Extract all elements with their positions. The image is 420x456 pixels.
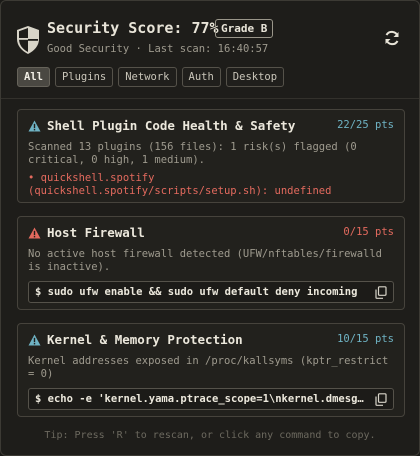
- divider: [1, 98, 419, 99]
- check-card-host-firewall: Host Firewall 0/15 pts No active host fi…: [17, 216, 405, 310]
- page-title: Security Score: 77%: [47, 19, 219, 37]
- card-description: Kernel addresses exposed in /proc/kallsy…: [28, 355, 389, 380]
- refresh-icon[interactable]: [383, 29, 401, 47]
- header: Security Score: 77% Grade B Good Securit…: [15, 19, 405, 63]
- alert-icon: [28, 227, 41, 239]
- card-score: 0/15 pts: [343, 226, 394, 238]
- copy-icon[interactable]: [375, 393, 387, 406]
- command-text: $ echo -e 'kernel.yama.ptrace_scope=1\nk…: [35, 393, 394, 405]
- shield-icon: [17, 26, 39, 54]
- tab-plugins[interactable]: Plugins: [54, 67, 114, 87]
- warning-icon: [28, 334, 41, 346]
- tab-auth[interactable]: Auth: [181, 67, 221, 87]
- footer-tip: Tip: Press 'R' to rescan, or click any c…: [44, 430, 376, 441]
- scan-status: Good Security · Last scan: 16:40:57: [47, 43, 269, 55]
- command-copy-box[interactable]: $ sudo ufw enable && sudo ufw default de…: [28, 281, 394, 303]
- copy-icon[interactable]: [375, 286, 387, 299]
- card-title: Host Firewall: [47, 225, 145, 240]
- security-panel: Security Score: 77% Grade B Good Securit…: [0, 0, 420, 456]
- command-text: $ sudo ufw enable && sudo ufw default de…: [35, 286, 358, 298]
- command-copy-box[interactable]: $ echo -e 'kernel.yama.ptrace_scope=1\nk…: [28, 388, 394, 410]
- check-card-kernel-protection: Kernel & Memory Protection 10/15 pts Ker…: [17, 323, 405, 417]
- card-description: Scanned 13 plugins (156 files): 1 risk(s…: [28, 141, 357, 166]
- warning-icon: [28, 120, 41, 132]
- card-score: 10/15 pts: [337, 333, 394, 345]
- card-title: Kernel & Memory Protection: [47, 332, 243, 347]
- tab-network[interactable]: Network: [118, 67, 177, 87]
- tab-all[interactable]: All: [17, 67, 50, 87]
- card-description: No active host firewall detected (UFW/nf…: [28, 248, 383, 273]
- card-title: Shell Plugin Code Health & Safety: [47, 118, 296, 133]
- grade-badge: Grade B: [215, 19, 274, 38]
- tab-desktop[interactable]: Desktop: [225, 67, 285, 87]
- check-card-plugin-health: Shell Plugin Code Health & Safety 22/25 …: [17, 109, 405, 203]
- card-score: 22/25 pts: [337, 119, 394, 131]
- risk-detail: • quickshell.spotify (quickshell.spotify…: [28, 172, 332, 197]
- category-tabs: All Plugins Network Auth Desktop: [17, 67, 285, 87]
